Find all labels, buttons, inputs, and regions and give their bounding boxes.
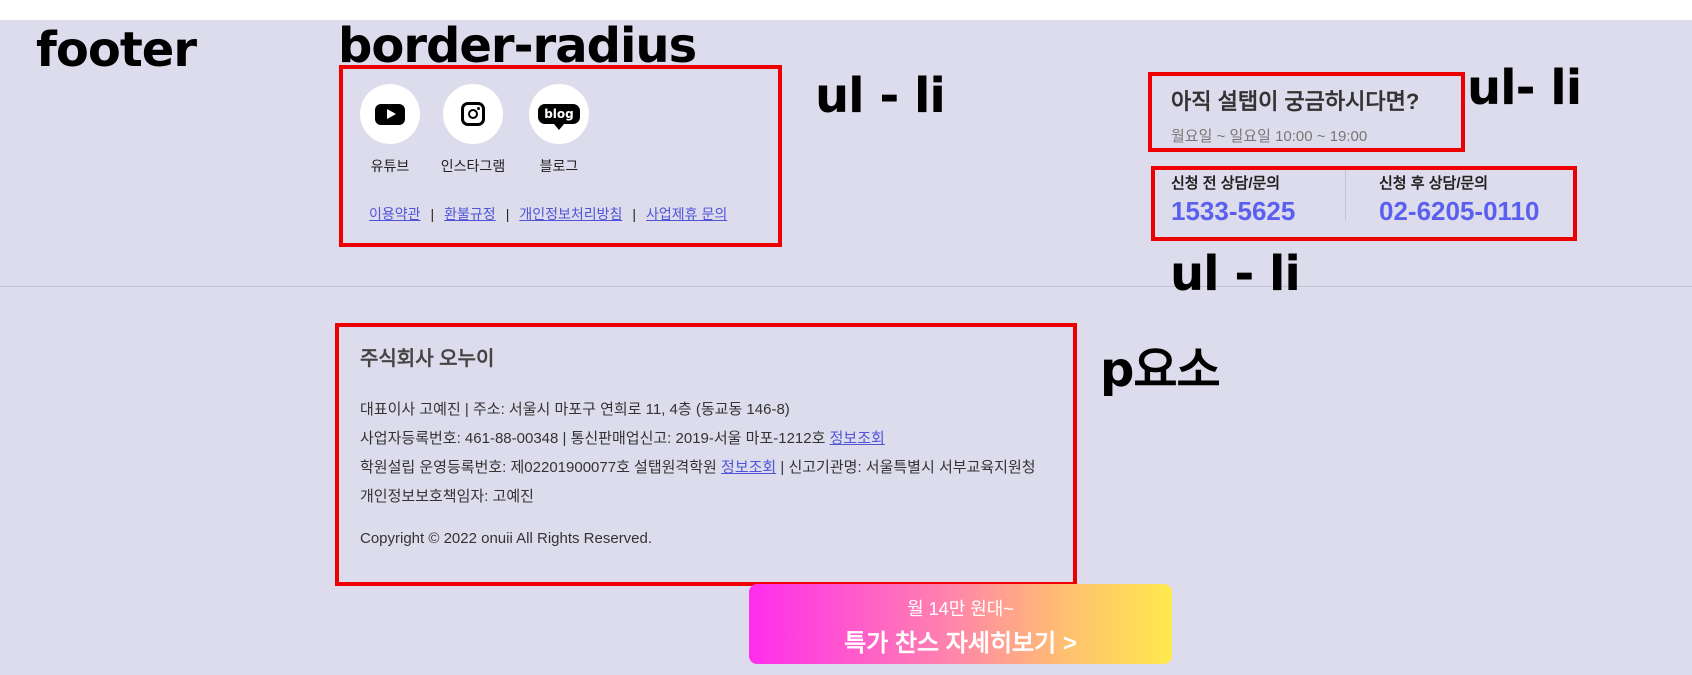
business-registration-text: 사업자등록번호: 461-88-00348 | 통신판매업신고: 2019-서울… [360,430,830,447]
phone-pre-signup: 신청 전 상담/문의 1533-5625 [1171,172,1295,227]
annotation-ul-li-inquiry: ul- li [1467,60,1582,116]
phone-label: 신청 후 상담/문의 [1379,175,1489,192]
link-separator: | [632,206,637,222]
academy-registration-text: 학원설립 운영등록번호: 제02201900077호 설탭원격학원 [360,459,722,476]
instagram-icon [461,102,485,126]
social-label-instagram: 인스타그램 [440,158,506,174]
company-name: 주식회사 오누이 [360,348,495,370]
inquiry-title: 아직 설탭이 궁금하시다면? [1171,89,1420,114]
blog-button[interactable]: blog [529,84,589,144]
social-label-youtube: 유튜브 [370,158,410,174]
reporting-agency-text: | 신고기관명: 서울특별시 서부교육지원청 [776,459,1036,476]
company-business-registration: 사업자등록번호: 461-88-00348 | 통신판매업신고: 2019-서울… [360,424,1060,453]
partnership-inquiry-link[interactable]: 사업제휴 문의 [646,206,727,222]
phone-number[interactable]: 1533-5625 [1171,196,1295,227]
inquiry-hours: 월요일 ~ 일요일 10:00 ~ 19:00 [1171,128,1368,145]
annotation-ul-li-social: ul - li [815,68,946,124]
social-youtube[interactable]: 유튜브 [348,84,432,176]
social-blog[interactable]: blog 블로그 [517,84,601,176]
social-label-blog: 블로그 [539,158,579,174]
company-ceo-address: 대표이사 고예진 | 주소: 서울시 마포구 연희로 11, 4층 (동교동 1… [360,401,790,418]
phone-post-signup: 신청 후 상담/문의 02-6205-0110 [1379,172,1539,227]
phone-number[interactable]: 02-6205-0110 [1379,196,1539,227]
copyright: Copyright © 2022 onuii All Rights Reserv… [360,530,653,547]
company-privacy-officer: 개인정보보호책임자: 고예진 [360,488,534,505]
footer-links: 이용약관 | 환불규정 | 개인정보처리방침 | 사업제휴 문의 [369,204,727,224]
company-info: 주식회사 오누이 대표이사 고예진 | 주소: 서울시 마포구 연희로 11, … [360,342,1060,547]
cta-subtitle: 월 14만 원대~ [907,599,1014,619]
instagram-button[interactable] [443,84,503,144]
refund-policy-link[interactable]: 환불규정 [444,206,496,222]
annotation-footer: footer [36,22,197,78]
company-academy-registration: 학원설립 운영등록번호: 제02201900077호 설탭원격학원 정보조회 |… [360,453,1060,482]
social-instagram[interactable]: 인스타그램 [431,84,515,176]
youtube-icon [375,103,405,125]
youtube-button[interactable] [360,84,420,144]
academy-info-lookup-link[interactable]: 정보조회 [721,459,776,476]
special-offer-button[interactable]: 월 14만 원대~ 특가 찬스 자세히보기 > [749,584,1172,664]
blog-icon: blog [538,104,580,130]
cta-title: 특가 찬스 자세히보기 > [844,630,1077,657]
privacy-policy-link[interactable]: 개인정보처리방침 [519,206,622,222]
footer-divider [0,286,1692,287]
link-separator: | [505,206,510,222]
annotation-p-element: p요소 [1100,342,1221,398]
annotation-ul-li-phones: ul - li [1170,246,1301,302]
business-info-lookup-link[interactable]: 정보조회 [830,430,885,447]
phone-divider [1345,170,1346,220]
link-separator: | [430,206,435,222]
terms-link[interactable]: 이용약관 [369,206,421,222]
phone-label: 신청 전 상담/문의 [1171,175,1281,192]
